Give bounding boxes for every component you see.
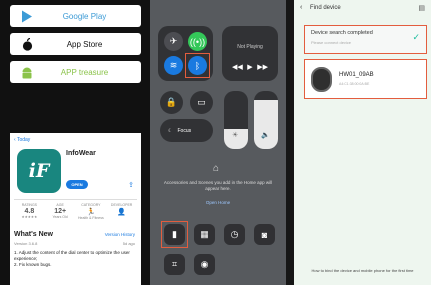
- forward-icon[interactable]: ▶▶: [257, 63, 268, 71]
- version-history-link[interactable]: Version History: [105, 232, 135, 237]
- open-home-link[interactable]: Open Home: [150, 200, 286, 205]
- binding-help-link[interactable]: How to bind the device and mobile phone …: [294, 268, 431, 273]
- play-icon[interactable]: ▶: [247, 63, 252, 71]
- record-icon[interactable]: ◉: [194, 254, 215, 275]
- release-age: 5d ago: [122, 241, 135, 246]
- search-complete-sub: Please connect device: [311, 40, 352, 45]
- find-device-screen: ‹ Find device ▤ Device search completed …: [294, 0, 431, 285]
- search-complete-text: Device search completed: [311, 30, 373, 36]
- apple-icon: [10, 37, 44, 51]
- connectivity-module: ✈ ((•)) ≋ ᛒ: [158, 26, 213, 81]
- stat-age: AGE 12+ Years Old: [52, 203, 68, 219]
- google-play-button[interactable]: Google Play: [10, 5, 141, 27]
- airplane-mode-icon[interactable]: ✈: [164, 32, 183, 51]
- playback-controls: ◀◀ ▶ ▶▶: [232, 63, 268, 71]
- focus-label: Focus: [177, 127, 192, 134]
- bluetooth-highlight: [185, 53, 210, 78]
- volume-fill: [254, 99, 278, 149]
- now-playing-module: Not Playing ◀◀ ▶ ▶▶: [222, 26, 278, 81]
- calculator-icon[interactable]: ▦: [194, 224, 215, 245]
- rotation-lock-button[interactable]: 🔒: [160, 91, 183, 114]
- device-mac: A4:C1:38:00:0A:BE: [339, 82, 370, 86]
- device-name: HW01_09AB: [339, 72, 374, 78]
- share-icon[interactable]: ⇪: [128, 181, 134, 189]
- volume-slider[interactable]: 🔈: [254, 91, 278, 149]
- back-link[interactable]: ‹ Today: [14, 137, 30, 143]
- screen-mirroring-button[interactable]: ▭: [190, 91, 213, 114]
- download-panel: Google Play App Store APP treasure ‹ Tod…: [0, 0, 150, 285]
- stat-category: CATEGORY 🏃 Health & Fitness: [78, 203, 104, 220]
- flashlight-highlight: [161, 221, 188, 248]
- speaker-icon: 🔈: [261, 132, 270, 139]
- qr-scanner-icon[interactable]: ⌗: [164, 254, 185, 275]
- wifi-icon[interactable]: ≋: [164, 56, 183, 75]
- check-icon: ✓: [412, 32, 420, 42]
- moon-icon: ☾: [168, 127, 173, 134]
- device-list-item[interactable]: HW01_09AB A4:C1:38:00:0A:BE: [304, 59, 427, 99]
- search-complete-card: Device search completed Please connect d…: [304, 25, 427, 54]
- timer-icon[interactable]: ◷: [224, 224, 245, 245]
- app-store-label: App Store: [66, 39, 103, 49]
- menu-icon[interactable]: ▤: [418, 4, 425, 12]
- app-store-button[interactable]: App Store: [10, 33, 141, 55]
- app-icon: iF: [17, 149, 61, 193]
- control-center: ✈ ((•)) ≋ ᛒ Not Playing ◀◀ ▶ ▶▶ 🔒 ▭ ☾ Foc…: [150, 0, 286, 285]
- watch-icon: [311, 67, 332, 92]
- google-play-icon: [10, 10, 44, 23]
- focus-button[interactable]: ☾ Focus: [160, 119, 213, 142]
- home-description: Accessories and Scenes you add in the Ho…: [163, 180, 273, 191]
- whats-new-heading: What's New: [14, 231, 54, 238]
- google-play-label: Google Play: [62, 11, 107, 21]
- rewind-icon[interactable]: ◀◀: [232, 63, 243, 71]
- stat-ratings: RATINGS 4.8 ★★★★★: [21, 203, 38, 219]
- camera-icon[interactable]: ◙: [254, 224, 275, 245]
- back-icon[interactable]: ‹: [300, 4, 302, 11]
- rotation-lock-icon: 🔒: [165, 97, 178, 107]
- android-icon: [10, 66, 44, 79]
- stat-developer: DEVELOPER 👤: [110, 203, 133, 216]
- home-icon: ⌂: [213, 163, 220, 174]
- sun-icon: ☀: [232, 132, 239, 139]
- screen-mirroring-icon: ▭: [197, 97, 206, 107]
- find-device-title: Find device: [310, 5, 341, 11]
- cellular-icon[interactable]: ((•)): [188, 32, 207, 51]
- brightness-slider[interactable]: ☀: [224, 91, 248, 149]
- apk-label: APP treasure: [60, 67, 109, 77]
- release-notes: 1. Adjust the content of the dial center…: [14, 250, 130, 267]
- apk-download-button[interactable]: APP treasure: [10, 61, 141, 83]
- app-store-page: ‹ Today iF InfoWear OPEN ⇪ RATINGS 4.8 ★★★…: [10, 133, 141, 285]
- open-button[interactable]: OPEN: [66, 180, 88, 189]
- now-playing-label: Not Playing: [237, 44, 263, 50]
- app-stats: RATINGS 4.8 ★★★★★ AGE 12+ Years Old CATEGORY…: [14, 199, 137, 223]
- version-label: Version 3.6.8: [14, 241, 38, 246]
- app-name: InfoWear: [66, 150, 96, 157]
